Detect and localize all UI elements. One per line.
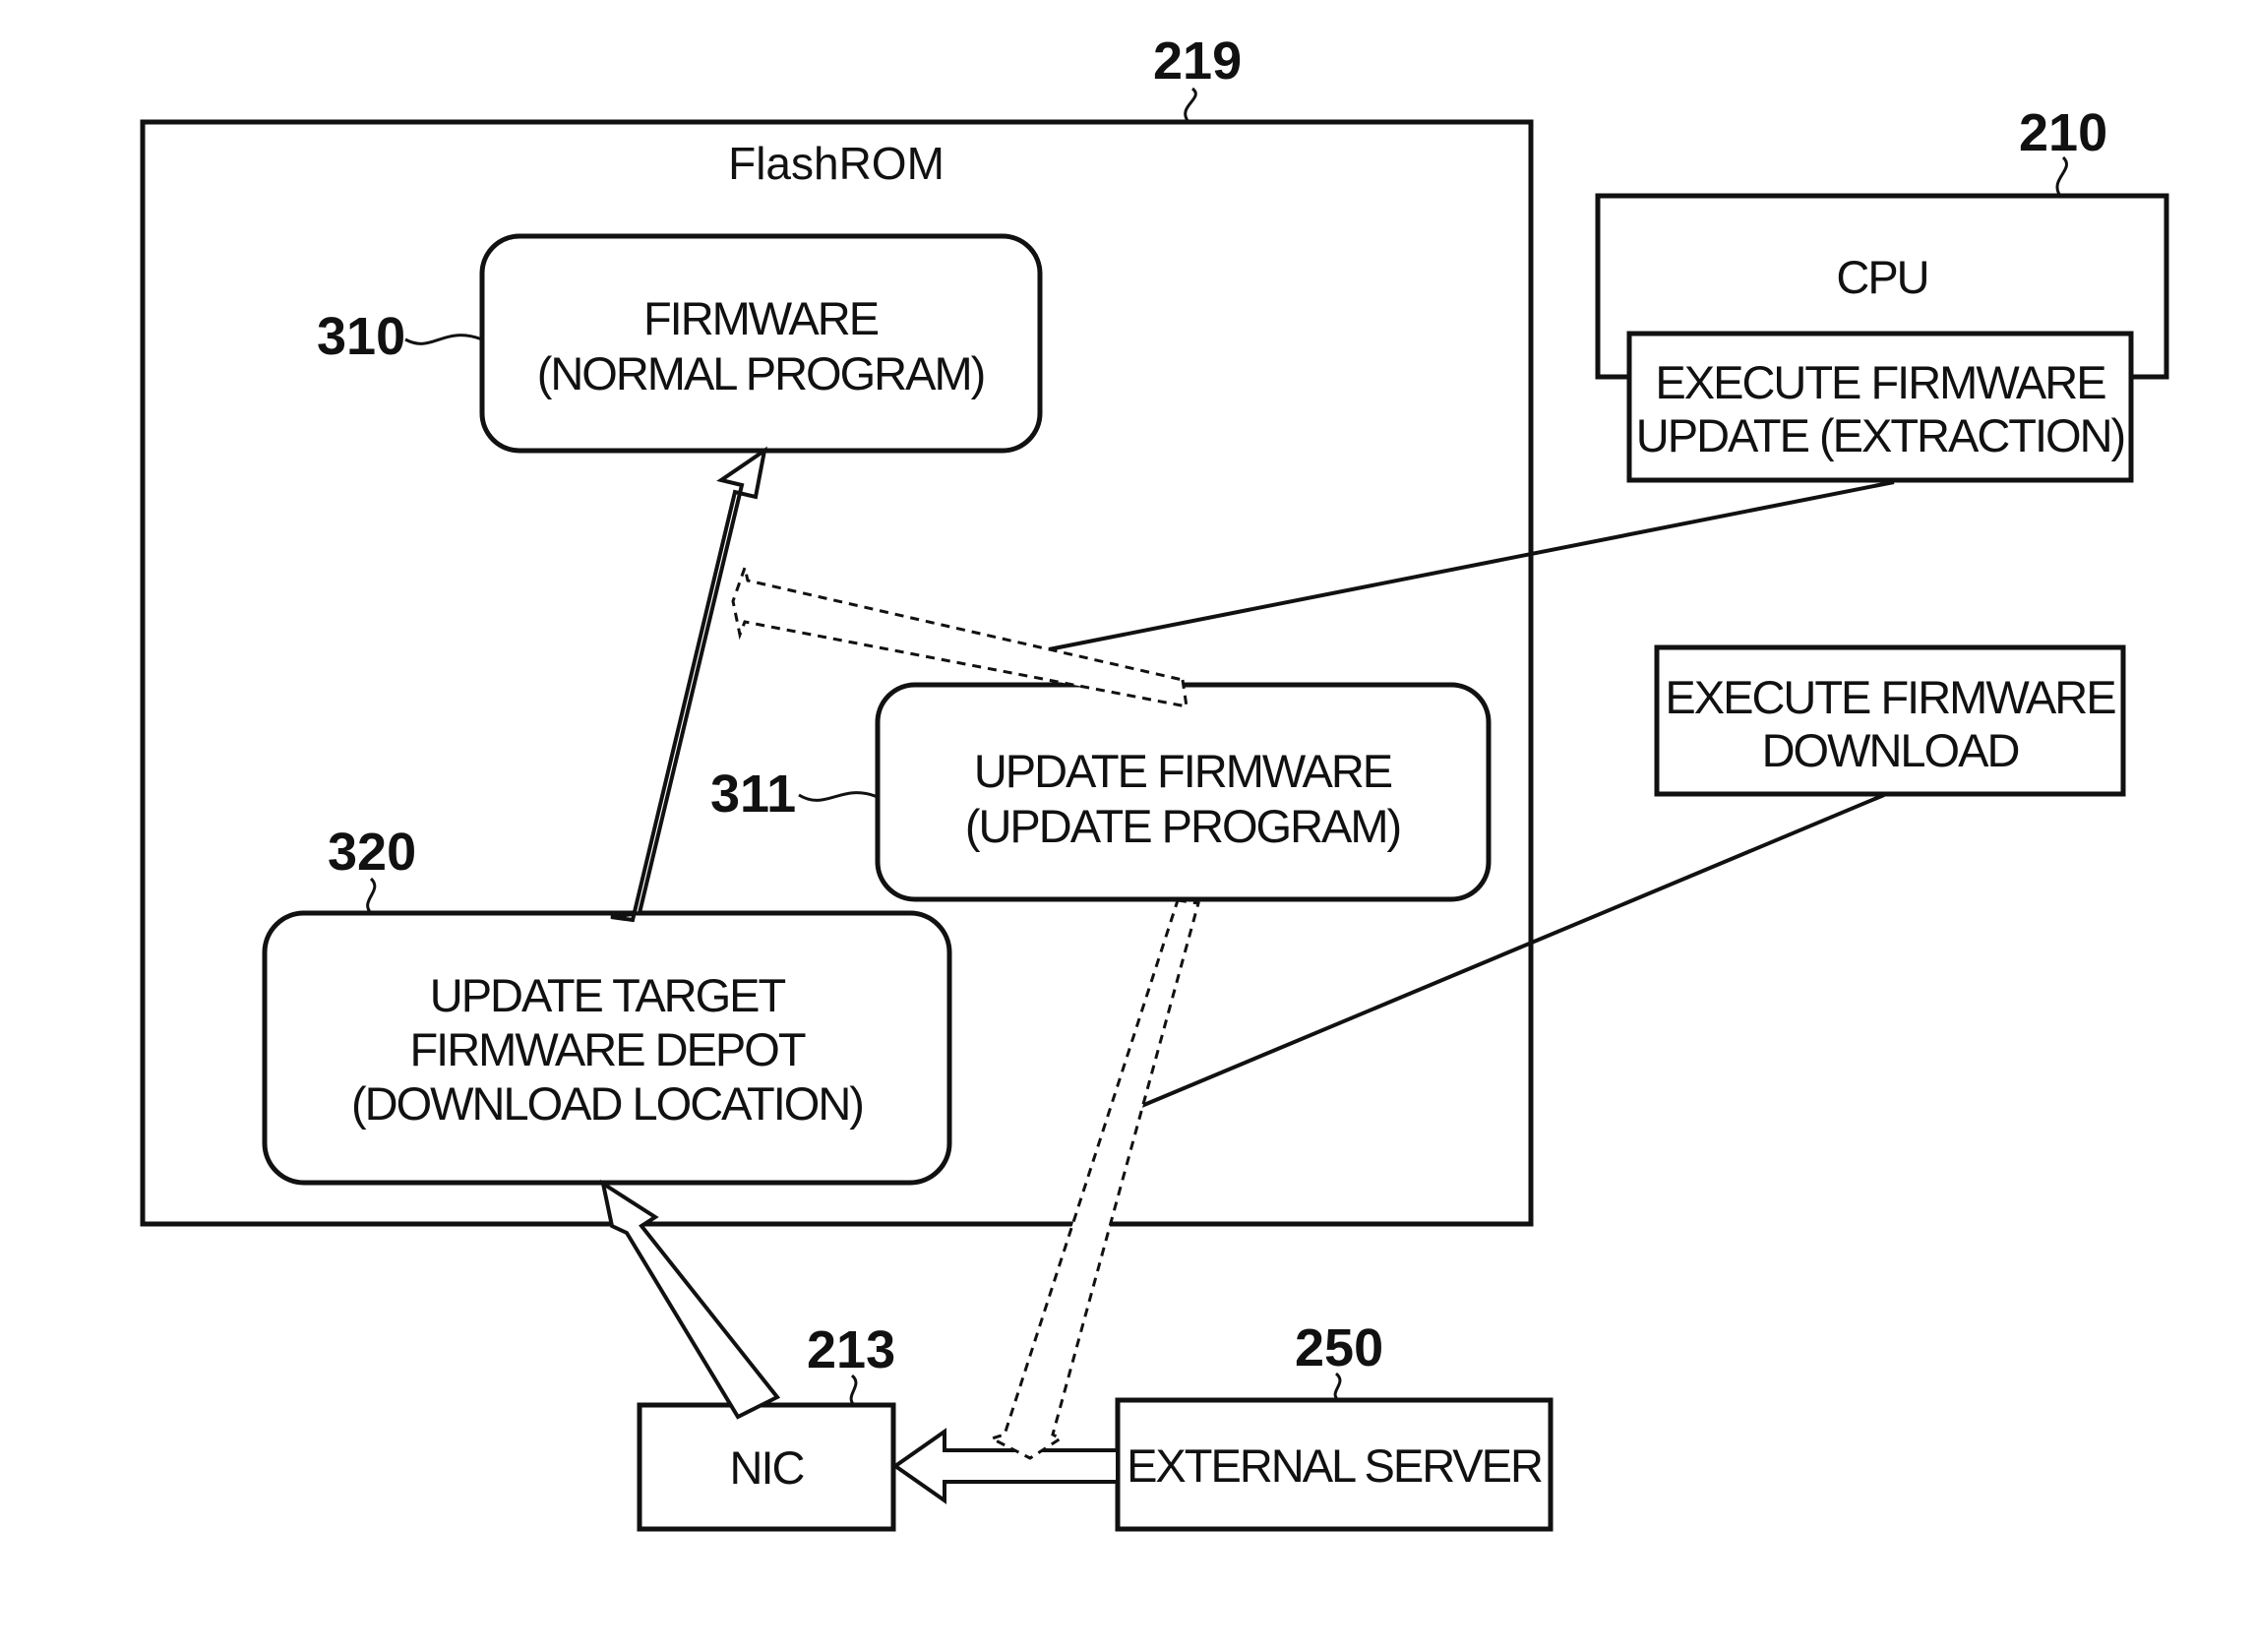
execute-update-line-1: EXECUTE FIRMWARE [1655,356,2105,408]
execute-update-line-2: UPDATE (EXTRACTION) [1636,409,2124,461]
depot-line-1: UPDATE TARGET [430,969,786,1021]
ref-311: 311 [710,765,796,824]
ref-210: 210 [2019,103,2107,162]
ref-320: 320 [328,823,416,882]
ref-250: 250 [1295,1318,1383,1377]
external-server-block: EXTERNAL SERVER [1115,1397,1554,1532]
ref-219: 219 [1153,31,1242,91]
leader-210 [2055,155,2068,197]
firmware-block: FIRMWARE (NORMAL PROGRAM) [479,233,1043,454]
nic-label: NIC [730,1441,805,1494]
depot-block: UPDATE TARGET FIRMWARE DEPOT (DOWNLOAD L… [262,910,952,1186]
update-firmware-block: UPDATE FIRMWARE (UPDATE PROGRAM) [875,682,1492,902]
ref-310: 310 [317,307,405,366]
firmware-line-2: (NORMAL PROGRAM) [537,347,985,399]
leader-219 [1184,87,1197,123]
leader-250 [1333,1372,1342,1402]
update-firmware-line-1: UPDATE FIRMWARE [974,745,1392,797]
execute-download-line-1: EXECUTE FIRMWARE [1665,671,2115,723]
nic-block: NIC [637,1402,896,1532]
update-firmware-line-2: (UPDATE PROGRAM) [965,800,1400,852]
depot-line-2: FIRMWARE DEPOT [409,1023,805,1075]
flashrom-label: FlashROM [728,138,945,189]
firmware-update-diagram: FlashROM 219 FIRMWARE (NORMAL PROGRAM) 3… [140,31,2169,1532]
cpu-label: CPU [1836,251,1927,303]
ref-213: 213 [807,1320,895,1379]
depot-line-3: (DOWNLOAD LOCATION) [351,1077,863,1130]
execute-download-block: EXECUTE FIRMWARE DOWNLOAD [1654,644,2126,797]
external-server-label: EXTERNAL SERVER [1127,1439,1542,1492]
firmware-line-1: FIRMWARE [643,292,879,344]
execute-download-line-2: DOWNLOAD [1762,724,2019,776]
execute-update-block: EXECUTE FIRMWARE UPDATE (EXTRACTION) [1626,331,2134,483]
leader-213 [849,1374,858,1407]
